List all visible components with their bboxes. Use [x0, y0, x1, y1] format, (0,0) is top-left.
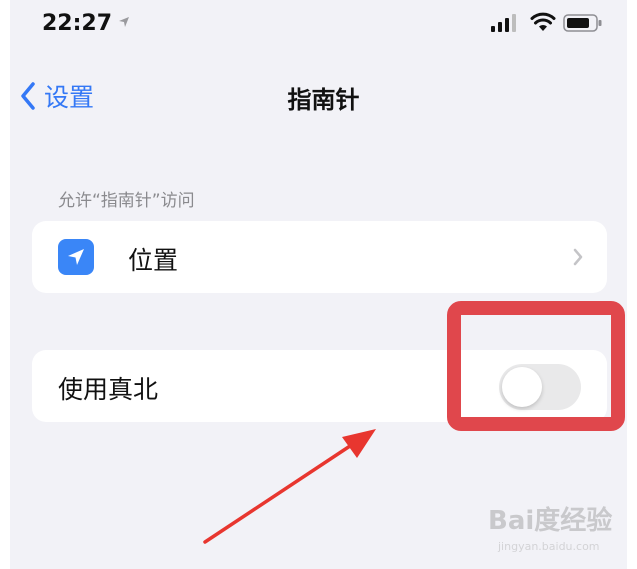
annotation-arrow [203, 429, 376, 544]
